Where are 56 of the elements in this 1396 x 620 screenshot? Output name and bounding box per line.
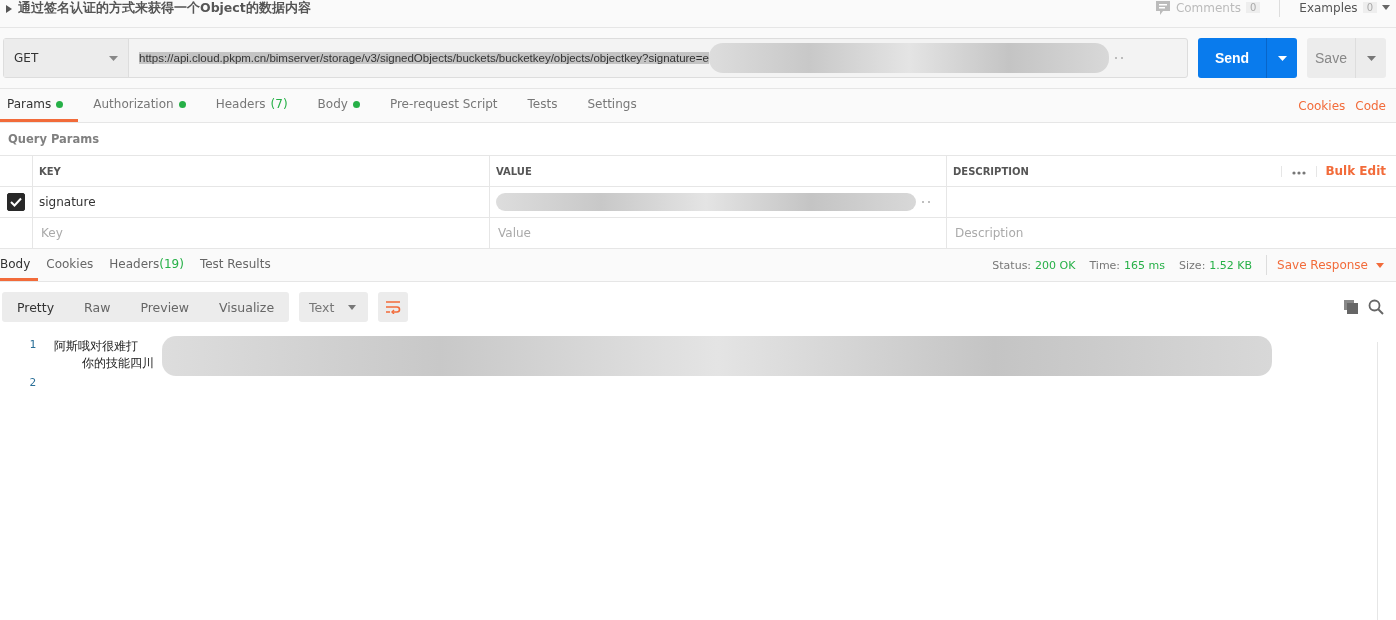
view-mode-tab[interactable]: Raw — [69, 299, 126, 315]
response-text: 你的技能四川 — [82, 356, 154, 370]
value-field[interactable]: Value — [496, 225, 700, 241]
more-options-icon[interactable] — [1292, 170, 1307, 175]
view-mode-tab[interactable]: Pretty — [2, 299, 70, 315]
comments-count: 0 — [1245, 2, 1261, 13]
send-button[interactable]: Send — [1198, 38, 1266, 78]
meta-value: 1.52 KB — [1209, 258, 1253, 272]
section-title: Query Params — [0, 123, 1396, 156]
checkbox[interactable] — [7, 193, 25, 211]
header-link[interactable]: Code — [1355, 98, 1386, 113]
caret-icon — [1366, 55, 1376, 61]
key-field[interactable]: Key — [39, 225, 243, 241]
request-tab[interactable]: Headers (7) — [208, 89, 303, 122]
view-mode-tab[interactable]: Preview — [125, 299, 205, 315]
examples-count: 0 — [1362, 2, 1377, 13]
response-tab[interactable]: Test Results — [199, 249, 279, 281]
examples-link[interactable]: Examples — [1299, 0, 1358, 15]
search-icon[interactable] — [1368, 299, 1384, 315]
meta-value: 165 ms — [1124, 258, 1166, 272]
expand-arrow-icon[interactable] — [6, 4, 12, 13]
request-tab[interactable]: Pre-request Script — [382, 89, 513, 122]
view-mode-tab[interactable]: Visualize — [204, 299, 290, 315]
header-link[interactable]: Cookies — [1298, 98, 1346, 113]
description-field[interactable]: Description — [953, 225, 1157, 241]
request-tab[interactable]: Settings — [580, 89, 652, 122]
meta-label: Status: — [992, 258, 1032, 272]
column-header: VALUE — [496, 165, 532, 177]
wrap-lines-icon — [385, 300, 402, 314]
response-tab[interactable]: Headers(19) — [109, 249, 192, 281]
save-button[interactable]: Save — [1307, 38, 1355, 78]
copy-icon[interactable] — [1344, 300, 1358, 314]
format-dropdown[interactable]: Text — [299, 292, 369, 322]
response-text: 阿斯哦对很难打 — [54, 339, 138, 353]
bulk-edit-link[interactable]: Bulk Edit — [1325, 164, 1386, 178]
param-key[interactable]: signature — [39, 195, 96, 209]
caret-icon[interactable] — [1382, 5, 1390, 10]
meta-value: 200 OK — [1035, 258, 1076, 272]
caret-icon — [348, 304, 357, 310]
meta-label: Time: — [1089, 258, 1121, 272]
response-tab[interactable]: Body — [0, 249, 39, 281]
caret-icon[interactable] — [1376, 262, 1384, 268]
caret-icon — [1277, 55, 1287, 61]
request-tab[interactable]: Authorization — [86, 89, 201, 122]
meta-label: Size: — [1179, 258, 1206, 272]
request-title: 通过签名认证的方式来获得一个Object的数据内容 — [18, 0, 311, 17]
line-number: 1 — [28, 338, 37, 353]
column-header: DESCRIPTION — [953, 165, 1029, 177]
request-tab[interactable]: Body — [310, 89, 375, 122]
send-dropdown-button[interactable] — [1266, 38, 1297, 78]
request-tab[interactable]: Tests — [520, 89, 573, 122]
response-tab[interactable]: Cookies — [46, 249, 102, 281]
request-tab[interactable]: Params — [0, 89, 79, 122]
line-number: 2 — [28, 376, 37, 391]
save-response-button[interactable]: Save Response — [1277, 258, 1368, 272]
column-header: KEY — [39, 165, 61, 177]
